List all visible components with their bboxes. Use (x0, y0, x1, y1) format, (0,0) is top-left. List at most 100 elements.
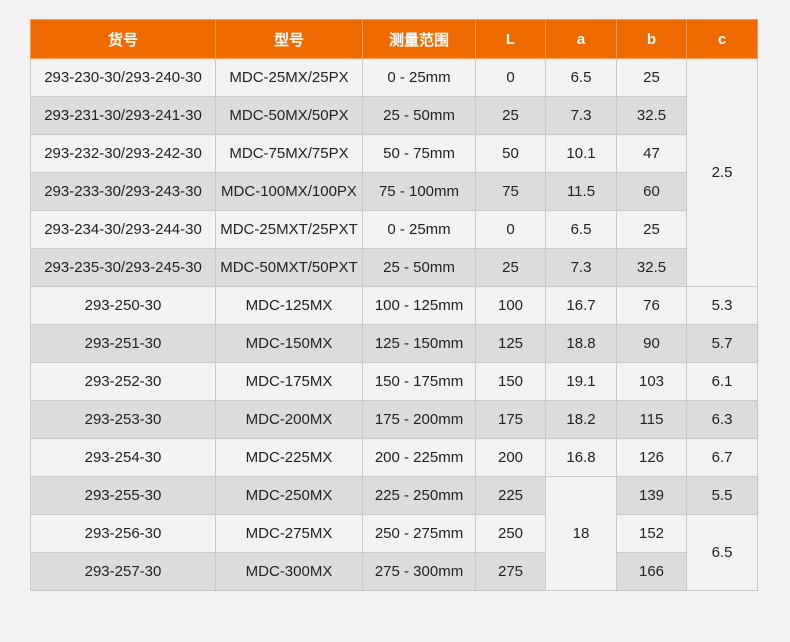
cell-range: 50 - 75mm (362, 134, 476, 173)
cell-model: MDC-300MX (215, 552, 363, 591)
table-row: 293-235-30/293-245-30 MDC-50MXT/50PXT 25… (30, 248, 758, 287)
cell-b: 76 (616, 286, 687, 325)
spec-table-container: 货号 型号 测量范围 L a b c 293-230-30/293-240-30… (30, 19, 758, 591)
cell-range: 175 - 200mm (362, 400, 476, 439)
table-row: 293-253-30 MDC-200MX 175 - 200mm 175 18.… (30, 400, 758, 439)
cell-a: 10.1 (545, 134, 617, 173)
cell-b: 32.5 (616, 96, 687, 135)
table-row: 293-234-30/293-244-30 MDC-25MXT/25PXT 0 … (30, 210, 758, 249)
cell-model: MDC-150MX (215, 324, 363, 363)
header-l: L (475, 19, 546, 59)
cell-l: 225 (475, 476, 546, 515)
cell-a: 7.3 (545, 96, 617, 135)
header-row: 货号 型号 测量范围 L a b c (30, 19, 758, 59)
table-header: 货号 型号 测量范围 L a b c (30, 19, 758, 59)
cell-c: 5.5 (686, 476, 758, 515)
cell-b: 139 (616, 476, 687, 515)
cell-a-merged: 18 (545, 476, 617, 591)
cell-l: 50 (475, 134, 546, 173)
cell-item-no: 293-252-30 (30, 362, 216, 401)
cell-a: 7.3 (545, 248, 617, 287)
cell-range: 25 - 50mm (362, 248, 476, 287)
cell-item-no: 293-255-30 (30, 476, 216, 515)
cell-l: 275 (475, 552, 546, 591)
header-range: 测量范围 (362, 19, 476, 59)
cell-range: 250 - 275mm (362, 514, 476, 553)
cell-item-no: 293-256-30 (30, 514, 216, 553)
cell-model: MDC-250MX (215, 476, 363, 515)
cell-item-no: 293-257-30 (30, 552, 216, 591)
cell-b: 32.5 (616, 248, 687, 287)
cell-c: 6.7 (686, 438, 758, 477)
spec-table: 货号 型号 测量范围 L a b c 293-230-30/293-240-30… (30, 19, 758, 591)
cell-a: 18.2 (545, 400, 617, 439)
cell-l: 150 (475, 362, 546, 401)
cell-l: 125 (475, 324, 546, 363)
cell-model: MDC-175MX (215, 362, 363, 401)
cell-a: 6.5 (545, 58, 617, 97)
cell-l: 25 (475, 248, 546, 287)
table-row: 293-232-30/293-242-30 MDC-75MX/75PX 50 -… (30, 134, 758, 173)
cell-b: 60 (616, 172, 687, 211)
table-row: 293-230-30/293-240-30 MDC-25MX/25PX 0 - … (30, 58, 758, 287)
cell-l: 0 (475, 58, 546, 97)
header-a: a (545, 19, 617, 59)
cell-item-no: 293-250-30 (30, 286, 216, 325)
header-model: 型号 (215, 19, 363, 59)
header-item-no: 货号 (30, 19, 216, 59)
cell-item-no: 293-234-30/293-244-30 (30, 210, 216, 249)
cell-b: 166 (616, 552, 687, 591)
cell-l: 75 (475, 172, 546, 211)
table-row: 293-256-30 MDC-275MX 250 - 275mm 250 152… (30, 514, 758, 591)
cell-item-no: 293-251-30 (30, 324, 216, 363)
cell-b: 25 (616, 58, 687, 97)
cell-model: MDC-50MX/50PX (215, 96, 363, 135)
table-row: 293-251-30 MDC-150MX 125 - 150mm 125 18.… (30, 324, 758, 363)
cell-c: 6.3 (686, 400, 758, 439)
cell-l: 200 (475, 438, 546, 477)
table-row: 293-252-30 MDC-175MX 150 - 175mm 150 19.… (30, 362, 758, 401)
cell-model: MDC-275MX (215, 514, 363, 553)
table-body: 293-230-30/293-240-30 MDC-25MX/25PX 0 - … (30, 58, 758, 591)
cell-item-no: 293-230-30/293-240-30 (30, 58, 216, 97)
cell-item-no: 293-253-30 (30, 400, 216, 439)
cell-b: 126 (616, 438, 687, 477)
header-c: c (686, 19, 758, 59)
cell-range: 275 - 300mm (362, 552, 476, 591)
cell-l: 0 (475, 210, 546, 249)
cell-item-no: 293-231-30/293-241-30 (30, 96, 216, 135)
cell-b: 115 (616, 400, 687, 439)
table-row: 293-250-30 MDC-125MX 100 - 125mm 100 16.… (30, 286, 758, 325)
cell-model: MDC-200MX (215, 400, 363, 439)
cell-l: 100 (475, 286, 546, 325)
cell-item-no: 293-235-30/293-245-30 (30, 248, 216, 287)
cell-a: 11.5 (545, 172, 617, 211)
cell-range: 0 - 25mm (362, 210, 476, 249)
cell-b: 90 (616, 324, 687, 363)
cell-range: 75 - 100mm (362, 172, 476, 211)
cell-range: 125 - 150mm (362, 324, 476, 363)
cell-model: MDC-225MX (215, 438, 363, 477)
cell-a: 16.7 (545, 286, 617, 325)
cell-range: 200 - 225mm (362, 438, 476, 477)
cell-model: MDC-125MX (215, 286, 363, 325)
table-row: 293-231-30/293-241-30 MDC-50MX/50PX 25 -… (30, 96, 758, 135)
cell-l: 250 (475, 514, 546, 553)
cell-b: 47 (616, 134, 687, 173)
cell-item-no: 293-233-30/293-243-30 (30, 172, 216, 211)
cell-model: MDC-25MXT/25PXT (215, 210, 363, 249)
cell-range: 25 - 50mm (362, 96, 476, 135)
table-row: 293-254-30 MDC-225MX 200 - 225mm 200 16.… (30, 438, 758, 477)
cell-model: MDC-75MX/75PX (215, 134, 363, 173)
table-row: 293-233-30/293-243-30 MDC-100MX/100PX 75… (30, 172, 758, 211)
cell-a: 19.1 (545, 362, 617, 401)
cell-l: 175 (475, 400, 546, 439)
cell-b: 25 (616, 210, 687, 249)
cell-a: 16.8 (545, 438, 617, 477)
cell-model: MDC-25MX/25PX (215, 58, 363, 97)
cell-c-merged: 2.5 (686, 58, 758, 287)
cell-model: MDC-50MXT/50PXT (215, 248, 363, 287)
cell-b: 152 (616, 514, 687, 553)
cell-c: 6.1 (686, 362, 758, 401)
cell-item-no: 293-232-30/293-242-30 (30, 134, 216, 173)
